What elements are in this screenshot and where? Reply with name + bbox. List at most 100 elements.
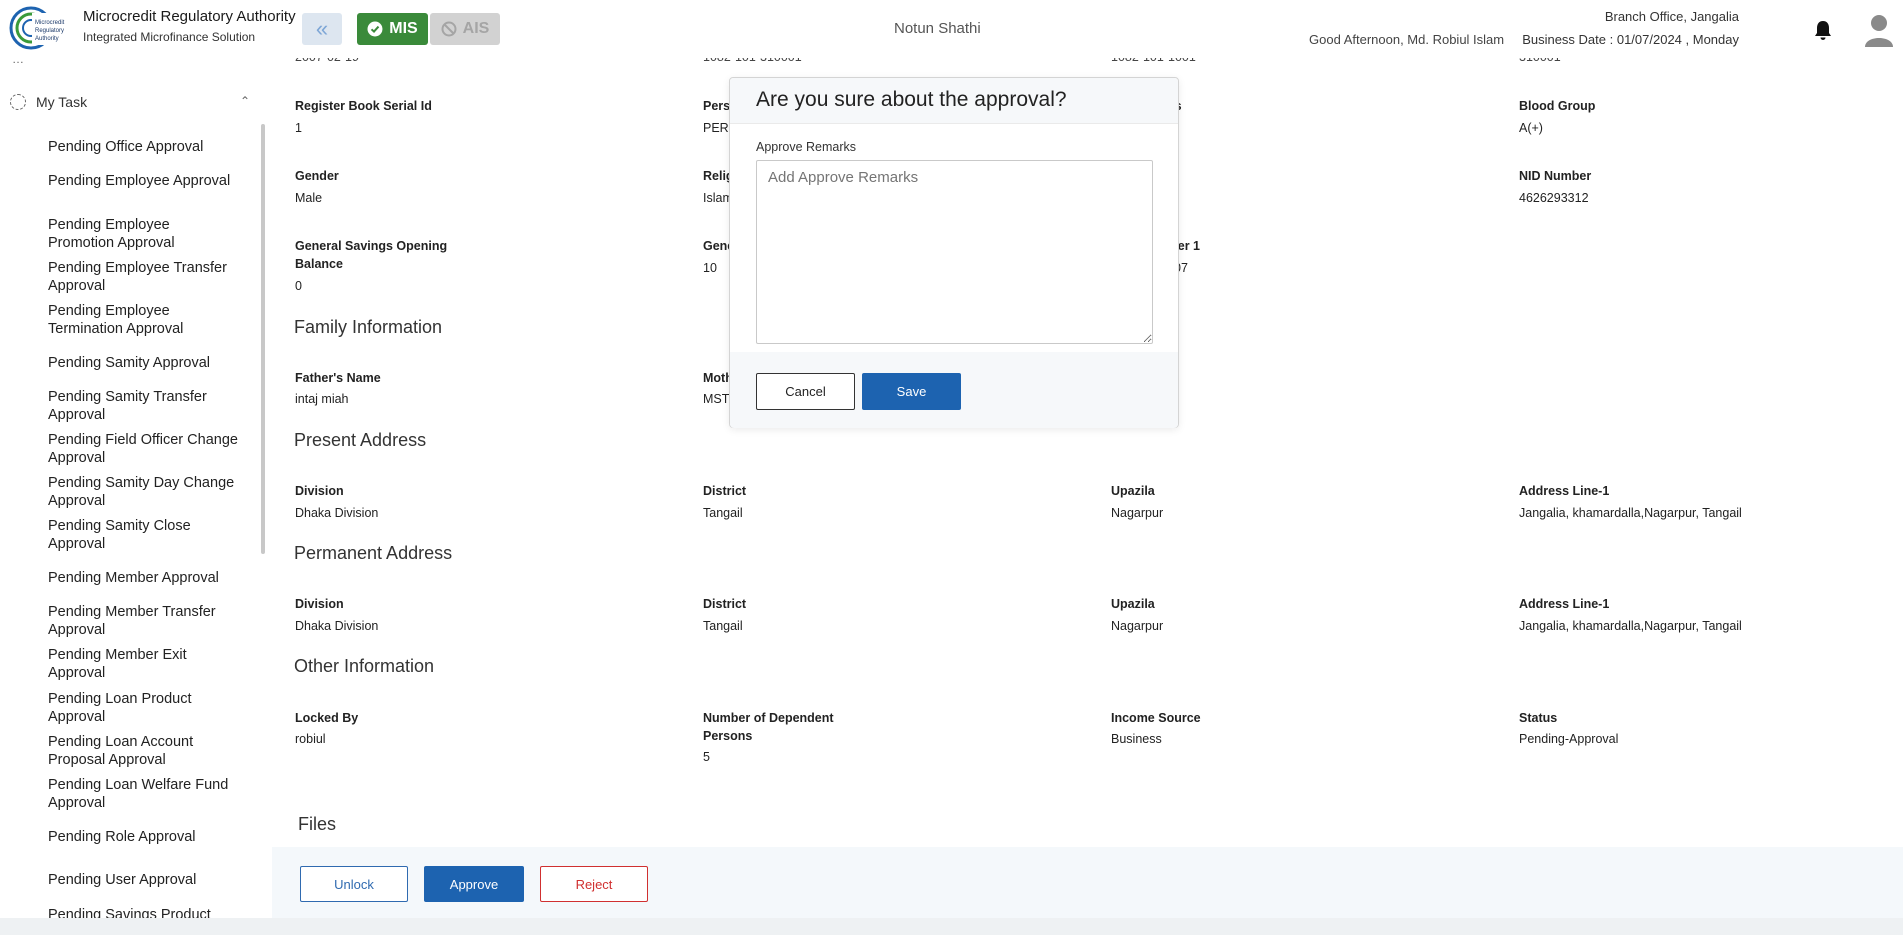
sidebar-cut-item: … [12, 58, 24, 66]
sidebar-item-pending-employee-approval[interactable]: Pending Employee Approval [48, 172, 238, 190]
sidebar-item-pending-loan-product-approval[interactable]: Pending Loan Product Approval [48, 690, 238, 726]
user-avatar-icon[interactable] [1864, 13, 1894, 47]
sidebar-item-pending-employee-promotion-approval[interactable]: Pending Employee Promotion Approval [48, 216, 238, 252]
company-name: Notun Shathi [894, 20, 981, 37]
present-address-line-value: Jangalia, khamardalla,Nagarpur, Tangail [1519, 506, 1742, 520]
permanent-address-line-label: Address Line-1 [1519, 597, 1610, 611]
other-info-title: Other Information [294, 656, 435, 676]
sidebar-item-pending-member-approval[interactable]: Pending Member Approval [48, 569, 238, 587]
sidebar-item-pending-samity-day-change-approval[interactable]: Pending Samity Day Change Approval [48, 474, 238, 510]
mis-module-button[interactable]: MIS [357, 13, 428, 45]
sidebar-section-my-task[interactable]: My Task ⌃ [10, 92, 250, 112]
permanent-address-title: Permanent Address [294, 543, 453, 563]
status-label: Status [1519, 711, 1558, 725]
sidebar-item-pending-employee-termination-approval[interactable]: Pending Employee Termination Approval [48, 302, 238, 338]
files-title: Files [298, 814, 337, 834]
income-source-value: Business [1111, 732, 1162, 746]
income-source-label: Income Source [1111, 711, 1201, 725]
locked-by-value: robiul [295, 732, 326, 746]
present-upazila-value: Nagarpur [1111, 506, 1164, 520]
permanent-upazila-value: Nagarpur [1111, 619, 1164, 633]
sidebar-item-pending-loan-account-proposal-approval[interactable]: Pending Loan Account Proposal Approval [48, 733, 238, 769]
permanent-division-label: Division [295, 597, 344, 611]
gender-label: Gender [295, 169, 339, 183]
sidebar: … My Task ⌃ Pending Office Approval Pend… [0, 58, 272, 935]
permanent-district-value: Tangail [703, 619, 743, 633]
present-division-value: Dhaka Division [295, 506, 379, 520]
present-address-line-label: Address Line-1 [1519, 484, 1610, 498]
father-name-label: Father's Name [295, 371, 381, 385]
approve-remarks-input[interactable] [756, 160, 1153, 344]
present-address-title: Present Address [294, 430, 427, 450]
permanent-division-value: Dhaka Division [295, 619, 379, 633]
sidebar-item-pending-member-exit-approval[interactable]: Pending Member Exit Approval [48, 646, 238, 682]
reject-button[interactable]: Reject [540, 866, 648, 902]
register-book-label: Register Book Serial Id [295, 99, 432, 113]
family-info-title: Family Information [294, 317, 443, 337]
gs-opening-value: 0 [295, 279, 302, 293]
status-value: Pending-Approval [1519, 732, 1619, 746]
sidebar-item-pending-samity-approval[interactable]: Pending Samity Approval [48, 354, 238, 372]
sidebar-item-pending-loan-welfare-fund-approval[interactable]: Pending Loan Welfare Fund Approval [48, 776, 238, 812]
save-button[interactable]: Save [862, 373, 961, 410]
present-district-value: Tangail [703, 506, 743, 520]
pers-label: Pers [703, 99, 731, 113]
mra-logo: Microcredit Regulatory Authority [9, 6, 74, 50]
sidebar-item-pending-user-approval[interactable]: Pending User Approval [48, 871, 238, 889]
present-district-label: District [703, 484, 747, 498]
dialog-title: Are you sure about the approval? [756, 88, 1067, 111]
sidebar-item-pending-member-transfer-approval[interactable]: Pending Member Transfer Approval [48, 603, 238, 639]
double-chevron-left-icon: « [315, 16, 329, 41]
dependents-label: Number of Dependent Persons [703, 711, 834, 743]
branch-name: Branch Office, Jangalia [1604, 9, 1739, 24]
approve-button[interactable]: Approve [424, 866, 524, 902]
chevron-up-icon: ⌃ [239, 94, 250, 108]
cancel-button[interactable]: Cancel [756, 373, 855, 410]
top-header: Microcredit Regulatory Authority Microcr… [0, 0, 1903, 58]
brand-subtitle: Integrated Microfinance Solution [83, 30, 256, 44]
sidebar-item-pending-role-approval[interactable]: Pending Role Approval [48, 828, 238, 846]
sidebar-item-pending-samity-close-approval[interactable]: Pending Samity Close Approval [48, 517, 238, 553]
check-circle-icon [367, 21, 383, 37]
svg-text:Regulatory: Regulatory [35, 28, 64, 34]
task-icon [10, 94, 26, 110]
bell-icon[interactable] [1813, 19, 1833, 41]
gene-value: 10 [703, 261, 717, 275]
svg-text:Microcredit: Microcredit [35, 20, 65, 26]
unlock-button[interactable]: Unlock [300, 866, 408, 902]
ais-module-button[interactable]: AIS [430, 13, 500, 45]
locked-by-label: Locked By [295, 711, 359, 725]
approve-remarks-label: Approve Remarks [756, 140, 857, 154]
approval-confirm-dialog: Are you sure about the approval? Approve… [729, 77, 1179, 428]
bottom-strip [0, 918, 1903, 935]
sidebar-item-pending-office-approval[interactable]: Pending Office Approval [48, 138, 238, 156]
blood-group-label: Blood Group [1519, 99, 1596, 113]
blood-group-value: A(+) [1519, 121, 1543, 135]
dependents-value: 5 [703, 750, 710, 764]
brand-title: Microcredit Regulatory Authority [83, 8, 296, 25]
my-task-label: My Task [36, 94, 88, 110]
sidebar-item-pending-employee-transfer-approval[interactable]: Pending Employee Transfer Approval [48, 259, 238, 295]
svg-text:Authority: Authority [35, 36, 59, 42]
nid-value: 4626293312 [1519, 191, 1589, 205]
mis-label: MIS [389, 20, 418, 37]
sidebar-item-pending-field-officer-change-approval[interactable]: Pending Field Officer Change Approval [48, 431, 238, 467]
mother-name-value: MST. [703, 392, 732, 406]
user-greeting: Good Afternoon, Md. Robiul Islam [1309, 32, 1505, 47]
collapse-sidebar-button[interactable]: « [302, 13, 342, 45]
gender-value: Male [295, 191, 323, 205]
permanent-upazila-label: Upazila [1111, 597, 1155, 611]
permanent-address-line-value: Jangalia, khamardalla,Nagarpur, Tangail [1519, 619, 1742, 633]
present-upazila-label: Upazila [1111, 484, 1155, 498]
permanent-district-label: District [703, 597, 747, 611]
ais-label: AIS [462, 20, 490, 37]
gs-opening-label: General Savings Opening Balance [295, 239, 448, 271]
father-name-value: intaj miah [295, 392, 349, 406]
business-date: Business Date : 01/07/2024 , Monday [1522, 32, 1739, 47]
present-division-label: Division [295, 484, 344, 498]
ban-icon [441, 21, 457, 37]
register-book-value: 1 [295, 121, 302, 135]
sidebar-scrollbar[interactable] [261, 124, 265, 554]
sidebar-item-pending-samity-transfer-approval[interactable]: Pending Samity Transfer Approval [48, 388, 238, 424]
nid-label: NID Number [1519, 169, 1592, 183]
